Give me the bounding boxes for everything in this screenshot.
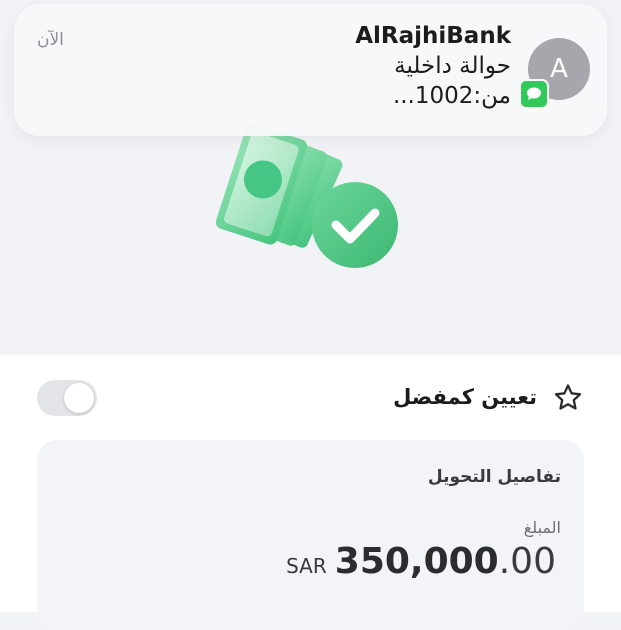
favorite-row: تعيين كمفضل <box>0 375 621 419</box>
amount-main: 350,000 <box>334 541 499 582</box>
transfer-details-title: تفاصيل التحويل <box>427 467 561 487</box>
notification-sender: AlRajhiBank <box>355 23 511 49</box>
notification-text: AlRajhiBank حوالة داخلية من:1002... <box>355 21 511 111</box>
transfer-details-card: تفاصيل التحويل المبلغ SAR 350,000 .00 <box>37 440 584 630</box>
notification-time: الآن <box>37 30 64 50</box>
star-icon <box>554 384 582 410</box>
messages-icon <box>519 79 549 109</box>
transfer-sheet: تعيين كمفضل تفاصيل التحويل المبلغ SAR 35… <box>0 355 621 630</box>
toggle-knob <box>64 383 94 413</box>
notification-banner[interactable]: الآن AlRajhiBank حوالة داخلية من:1002...… <box>14 4 607 136</box>
avatar-initial: A <box>550 54 568 84</box>
favorite-label: تعيين كمفضل <box>393 385 537 409</box>
amount-label: المبلغ <box>523 518 561 537</box>
amount-decimal: .00 <box>498 541 556 582</box>
favorite-toggle[interactable] <box>37 380 97 416</box>
notification-line-2: من:1002... <box>392 83 511 109</box>
notification-line-1: حوالة داخلية <box>394 53 511 79</box>
amount-value: SAR 350,000 .00 <box>286 541 556 582</box>
amount-currency: SAR <box>286 554 327 578</box>
